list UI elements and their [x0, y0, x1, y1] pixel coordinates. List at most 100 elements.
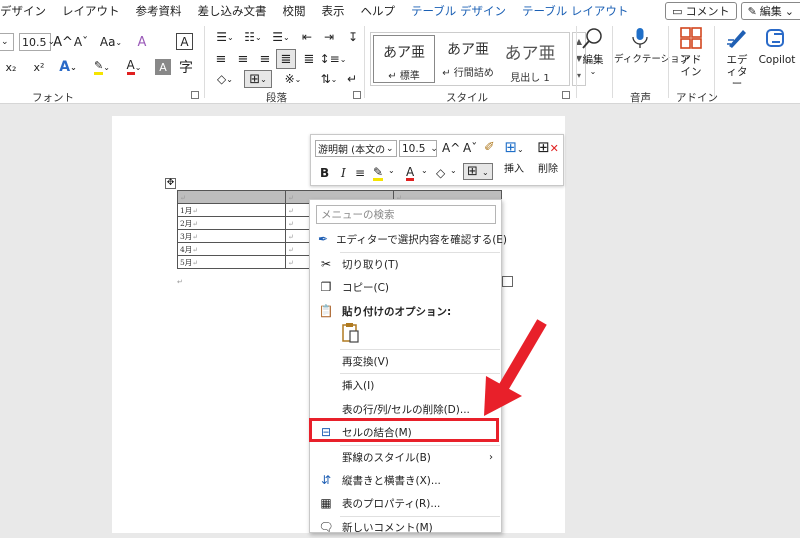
table-cell[interactable]: 1月↵ — [177, 203, 286, 217]
paragraph-dialog-launcher[interactable] — [353, 91, 361, 99]
menu-item-table-properties[interactable]: ▦ 表のプロパティ(R)... — [310, 492, 501, 514]
tab-design[interactable]: デザイン — [0, 3, 54, 19]
align-left-button[interactable]: ≡ — [212, 50, 230, 68]
menu-item-cut[interactable]: ✂ 切り取り(T) — [310, 253, 501, 275]
chevron-down-icon[interactable]: ⌄ — [421, 166, 428, 175]
subscript-button[interactable]: x₂ — [0, 58, 24, 76]
multilevel-list-button[interactable]: ☰ ⌄ — [268, 28, 294, 46]
clear-format-button[interactable]: A — [134, 33, 150, 51]
blank-icon — [318, 401, 334, 417]
align-center-button[interactable]: ≡ — [234, 50, 252, 68]
format-painter-icon[interactable]: ✐ — [484, 140, 495, 155]
show-marks-button[interactable]: ↵ — [344, 70, 360, 88]
clipboard-icon — [342, 323, 359, 343]
copilot-button[interactable]: Copilot — [756, 26, 798, 66]
mini-font-name-dropdown[interactable]: 游明朝 (本文のフ ⌄ — [315, 140, 397, 157]
increase-indent-button[interactable]: ⇥ — [320, 28, 338, 46]
menu-item-editor-check[interactable]: ✒ エディターで選択内容を確認する(E) — [310, 228, 507, 250]
shading-icon[interactable]: ◇ — [436, 166, 445, 180]
multilevel-list-icon: ☰ — [272, 30, 284, 44]
table-resize-handle[interactable] — [502, 276, 513, 287]
table-move-handle-icon[interactable]: ✥ — [165, 178, 176, 189]
sort-order-button[interactable]: ⇅ ⌄ — [316, 70, 342, 88]
borders-button[interactable]: ⊞ ⌄ — [244, 70, 272, 88]
bullets-button[interactable]: ☰ ⌄ — [212, 28, 238, 46]
style-dialog-launcher[interactable] — [562, 91, 570, 99]
find-button[interactable]: 編集 ⌄ — [580, 26, 606, 78]
change-case-button[interactable]: Aa ⌄ — [96, 33, 126, 51]
comment-button[interactable]: ▭ コメント — [665, 2, 737, 20]
center-align-icon[interactable]: ≡ — [355, 166, 365, 180]
chevron-down-icon[interactable]: ⌄ — [388, 166, 395, 175]
menu-item-border-styles[interactable]: 罫線のスタイル(B) › — [310, 446, 501, 468]
phonetic-guide-button[interactable]: 字 — [177, 58, 195, 76]
line-spacing-button[interactable]: ↕≡ ⌄ — [320, 50, 347, 68]
insert-table-icon: ⊞⌄ — [504, 138, 524, 156]
font-color-button[interactable]: A ⌄ — [120, 58, 148, 76]
shrink-font-button[interactable]: Aˇ — [73, 33, 89, 51]
tab-help[interactable]: ヘルプ — [353, 3, 404, 19]
style-no-spacing[interactable]: あア亜 ↵ 行間詰め — [437, 33, 499, 85]
menu-item-insert[interactable]: 挿入(I) — [310, 374, 501, 396]
shrink-font-icon[interactable]: Aˇ — [463, 141, 477, 155]
asian-layout-button[interactable]: ※ ⌄ — [280, 70, 306, 88]
sort-button[interactable]: ↧ — [345, 28, 361, 46]
enclose-char-button[interactable]: A — [176, 33, 193, 50]
tab-mailings[interactable]: 差し込み文書 — [190, 3, 275, 19]
font-color-icon[interactable]: A — [406, 166, 415, 181]
table-cell[interactable]: 4月↵ — [177, 242, 286, 256]
paragraph-shading-button[interactable]: ◇ ⌄ — [212, 70, 238, 88]
table-cell[interactable]: 2月↵ — [177, 216, 286, 230]
table-cell[interactable]: 5月↵ — [177, 255, 286, 269]
paste-keep-format-button[interactable] — [340, 322, 362, 344]
menu-item-copy[interactable]: ❐ コピー(C) — [310, 276, 501, 298]
font-dialog-launcher[interactable] — [191, 91, 199, 99]
chevron-down-icon[interactable]: ⌄ — [450, 166, 457, 175]
table-cell[interactable]: 3月↵ — [177, 229, 286, 243]
highlighter-icon[interactable]: ✎ — [373, 166, 384, 181]
tab-references[interactable]: 参考資料 — [128, 3, 190, 19]
text-effect-button[interactable]: A ⌄ — [55, 58, 81, 76]
menu-item-label: 罫線のスタイル(B) — [342, 451, 431, 464]
numbering-button[interactable]: ☷ ⌄ — [240, 28, 266, 46]
distributed-button[interactable]: ≣ — [300, 50, 318, 68]
style-heading-1[interactable]: あア亜 見出し 1 — [499, 33, 561, 85]
table-cell[interactable]: ↵ — [177, 190, 286, 204]
editor-button[interactable]: エディター — [720, 26, 754, 90]
tab-review[interactable]: 校閲 — [275, 3, 314, 19]
menu-item-delete-cells[interactable]: 表の行/列/セルの削除(D)... — [310, 398, 501, 420]
borders-icon[interactable]: ⊞ ⌄ — [463, 163, 493, 180]
edit-mode-button[interactable]: ✎ 編集 ⌄ — [740, 2, 800, 20]
addins-button[interactable]: アドイン — [674, 26, 708, 78]
menu-item-reconvert[interactable]: 再変換(V) — [310, 350, 501, 372]
menu-item-new-comment[interactable]: 🗨 新しいコメント(M) — [310, 516, 501, 538]
menu-item-text-direction[interactable]: ⇵ 縦書きと横書き(X)... — [310, 469, 501, 491]
style-normal[interactable]: あア亜 ↵ 標準 — [373, 35, 435, 83]
mini-font-size-dropdown[interactable]: 10.5 ⌄ — [399, 140, 438, 157]
superscript-button[interactable]: x² — [28, 58, 50, 76]
justify-button[interactable]: ≣ — [276, 49, 296, 69]
grow-font-icon[interactable]: A^ — [442, 141, 460, 155]
char-shading-button[interactable]: A — [155, 59, 171, 75]
menu-item-label: 表のプロパティ(R)... — [342, 497, 441, 510]
tab-layout[interactable]: レイアウト — [54, 3, 128, 19]
decrease-indent-button[interactable]: ⇤ — [298, 28, 316, 46]
mini-delete-button[interactable]: ⊞✕ 削除 — [533, 138, 563, 175]
tab-table-layout[interactable]: テーブル レイアウト — [514, 3, 636, 19]
style-name: 標準 — [399, 71, 420, 82]
highlight-button[interactable]: ✎ ⌄ — [88, 58, 116, 76]
font-size-dropdown[interactable]: 10.5 ⌄ — [19, 33, 55, 51]
sort-order-icon: ⇅ — [320, 72, 331, 86]
italic-button[interactable]: I — [341, 166, 346, 180]
tab-view[interactable]: 表示 — [314, 3, 353, 19]
menu-search-input[interactable]: メニューの検索 — [316, 205, 496, 224]
dictation-button[interactable]: ディクテーション — [614, 26, 689, 66]
mini-insert-button[interactable]: ⊞⌄ 挿入 — [499, 138, 529, 175]
bold-button[interactable]: B — [320, 166, 329, 180]
align-right-button[interactable]: ≡ — [256, 50, 274, 68]
increase-indent-icon: ⇥ — [323, 30, 335, 44]
tab-table-design[interactable]: テーブル デザイン — [403, 3, 514, 19]
subscript-icon: x₂ — [5, 60, 17, 74]
grow-font-button[interactable]: A^ — [53, 33, 73, 51]
font-name-dropdown[interactable]: ⌄ — [0, 33, 14, 51]
